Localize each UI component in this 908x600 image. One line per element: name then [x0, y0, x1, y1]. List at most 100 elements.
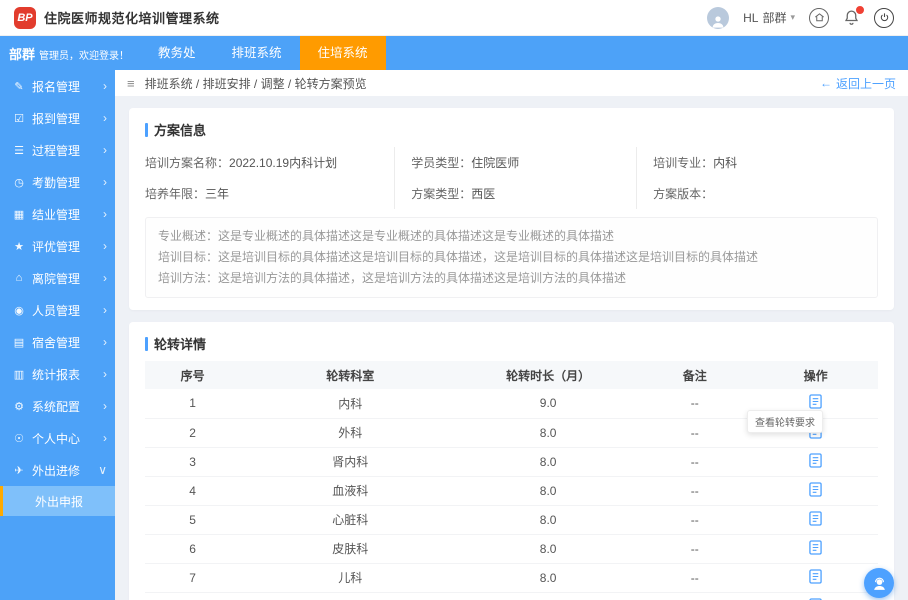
cell-note: -- — [636, 534, 754, 564]
view-rotation-requirements-button[interactable] — [809, 510, 822, 526]
collapse-menu-icon[interactable]: ≡ — [127, 76, 135, 91]
sidebar-item-external-study[interactable]: ✈ 外出进修 ∨ — [0, 454, 115, 486]
personnel-icon: ◉ — [14, 304, 24, 317]
field-value: 住院医师 — [471, 156, 520, 170]
field-value: 内科 — [713, 156, 738, 170]
welcome-suffix: 管理员，欢迎登录！ — [39, 50, 130, 62]
attendance-icon: ◷ — [14, 176, 24, 189]
cell-note: -- — [636, 563, 754, 593]
sidebar-item-label: 系统配置 — [32, 399, 81, 414]
app-logo-icon: BP — [14, 6, 36, 29]
field-training-years: 培养年限：三年 — [145, 178, 394, 209]
sidebar-item-label: 统计报表 — [32, 367, 81, 382]
avatar[interactable] — [707, 6, 730, 29]
view-rotation-requirements-button[interactable] — [809, 539, 822, 555]
document-icon — [809, 452, 822, 468]
sidebar-item-dormitory[interactable]: ▤ 宿舍管理 › — [0, 326, 115, 358]
sidebar-item-signup[interactable]: ✎ 报名管理 › — [0, 70, 115, 102]
tab-residency-system[interactable]: 住培系统 — [299, 36, 386, 70]
view-rotation-requirements-button[interactable] — [809, 481, 822, 497]
view-rotation-requirements-button[interactable] — [809, 568, 822, 584]
primary-navbar: 部群 管理员，欢迎登录！ 教务处 排班系统 住培系统 — [0, 36, 908, 70]
chevron-down-icon: ∨ — [98, 463, 107, 477]
field-value: 西医 — [471, 187, 496, 201]
cell-index: 8 — [145, 592, 241, 600]
view-rotation-requirements-button[interactable] — [809, 452, 822, 468]
discharge-icon: ⌂ — [15, 272, 23, 284]
sidebar-item-label: 宿舍管理 — [32, 335, 81, 350]
plan-info-grid: 培训方案名称：2022.10.19内科计划 学员类型：住院医师 培训专业：内科 … — [145, 147, 878, 209]
back-arrow-icon: ← — [819, 76, 832, 90]
sidebar-item-label: 离院管理 — [32, 271, 81, 286]
app-title: 住院医师规范化培训管理系统 — [44, 11, 220, 26]
chevron-right-icon: › — [103, 303, 107, 317]
sidebar-item-profile[interactable]: ☉ 个人中心 › — [0, 422, 115, 454]
cell-index: 4 — [145, 476, 241, 506]
cell-department: 血液科 — [240, 476, 461, 506]
sidebar-item-statistics[interactable]: ▥ 统计报表 › — [0, 358, 115, 390]
tab-scheduling-system[interactable]: 排班系统 — [214, 36, 300, 70]
chevron-right-icon: › — [103, 431, 107, 445]
chevron-down-icon: ▾ — [790, 12, 795, 22]
process-icon: ☰ — [14, 144, 24, 157]
table-row: 6 皮肤科 8.0 -- — [145, 534, 878, 564]
user-menu[interactable]: HL 部群 ▾ — [743, 9, 795, 26]
sidebar-item-process[interactable]: ☰ 过程管理 › — [0, 134, 115, 166]
brand: BP 住院医师规范化培训管理系统 — [14, 6, 220, 29]
graduation-icon: ▦ — [13, 208, 25, 221]
user-short: HL — [743, 10, 759, 25]
back-link[interactable]: ← 返回上一页 — [820, 75, 896, 92]
sidebar-item-checkin[interactable]: ☑ 报到管理 › — [0, 102, 115, 134]
table-header-row: 序号 轮转科室 轮转时长（月） 备注 操作 — [145, 361, 878, 389]
sidebar-subitem-external-application[interactable]: 外出申报 — [0, 486, 115, 516]
plan-descriptions: 专业概述：这是专业概述的具体描述这是专业概述的具体描述这是专业概述的具体描述 培… — [145, 217, 878, 298]
notification-badge — [855, 5, 865, 15]
cell-index: 7 — [145, 563, 241, 593]
cell-department: 皮肤科 — [240, 534, 461, 564]
sidebar-subitem-label: 外出申报 — [35, 494, 84, 509]
chevron-right-icon: › — [103, 367, 107, 381]
table-row: 4 血液科 8.0 -- — [145, 476, 878, 506]
tooltip: 查看轮转要求 — [747, 410, 823, 433]
document-icon — [809, 510, 822, 526]
chevron-right-icon: › — [103, 111, 107, 125]
sidebar-item-personnel[interactable]: ◉ 人员管理 › — [0, 294, 115, 326]
sidebar-item-graduation[interactable]: ▦ 结业管理 › — [0, 198, 115, 230]
cell-department: 妇科 — [240, 592, 461, 600]
cell-note: -- — [636, 418, 754, 448]
sidebar-item-label: 报名管理 — [32, 79, 81, 94]
cell-duration: 8.0 — [460, 592, 637, 600]
chevron-right-icon: › — [103, 239, 107, 253]
document-icon — [809, 539, 822, 555]
notifications-button[interactable] — [843, 5, 865, 26]
field-label: 培养年限： — [145, 187, 206, 201]
tab-academic-office[interactable]: 教务处 — [140, 36, 214, 70]
evaluation-icon: ★ — [14, 240, 24, 253]
view-rotation-requirements-button[interactable] — [809, 394, 822, 409]
plan-info-card: 方案信息 培训方案名称：2022.10.19内科计划 学员类型：住院医师 培训专… — [129, 108, 894, 310]
cell-note: -- — [636, 447, 754, 477]
card-title-text: 方案信息 — [154, 123, 207, 138]
home-button[interactable] — [809, 7, 829, 28]
chevron-right-icon: › — [103, 271, 107, 285]
customer-service-button[interactable] — [864, 568, 894, 598]
gear-icon: ⚙ — [14, 400, 24, 413]
rotation-title: 轮转详情 — [145, 334, 878, 353]
sidebar-item-system-config[interactable]: ⚙ 系统配置 › — [0, 390, 115, 422]
table-row: 8 妇科 8.0 -- — [145, 592, 878, 600]
chevron-right-icon: › — [103, 335, 107, 349]
sidebar-item-attendance[interactable]: ◷ 考勤管理 › — [0, 166, 115, 198]
plan-info-title: 方案信息 — [145, 120, 878, 139]
logout-button[interactable] — [874, 7, 894, 28]
field-value: 三年 — [205, 187, 230, 201]
cell-index: 3 — [145, 447, 241, 477]
sidebar: ✎ 报名管理 › ☑ 报到管理 › ☰ 过程管理 › ◷ 考勤管理 › ▦ 结业管理 › ★ 评优管理… — [0, 70, 115, 600]
app-window: BP 住院医师规范化培训管理系统 HL 部群 ▾ 部群 管理员，欢迎登录！ 教务… — [0, 0, 908, 600]
sidebar-item-evaluation[interactable]: ★ 评优管理 › — [0, 230, 115, 262]
rotation-table: 序号 轮转科室 轮转时长（月） 备注 操作 1 内科 9.0 -- 2 外科 8… — [145, 361, 878, 600]
table-row: 7 儿科 8.0 -- — [145, 563, 878, 593]
description-line: 专业概述：这是专业概述的具体描述这是专业概述的具体描述这是专业概述的具体描述 — [158, 229, 615, 243]
cell-duration: 8.0 — [460, 447, 637, 477]
sidebar-item-discharge[interactable]: ⌂ 离院管理 › — [0, 262, 115, 294]
cell-note: -- — [636, 505, 754, 535]
